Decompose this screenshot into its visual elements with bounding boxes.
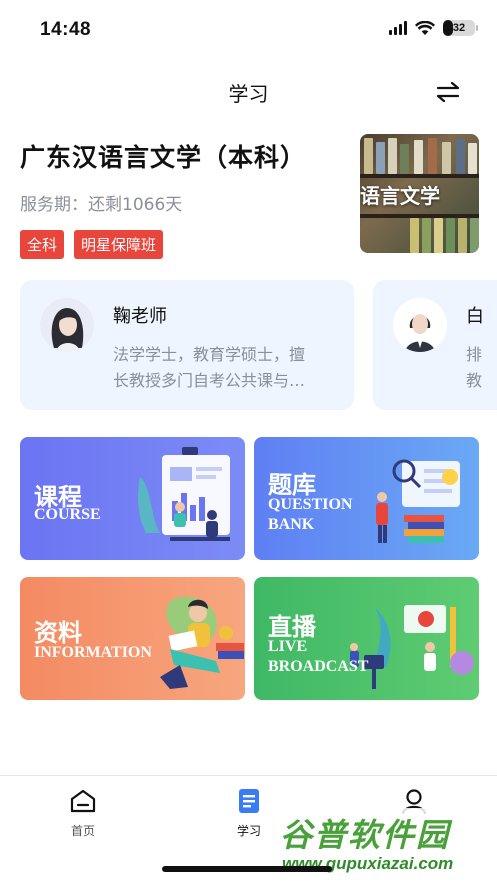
course-tile[interactable]: 课程 COURSE: [20, 437, 245, 560]
live-broadcast-tile[interactable]: 直播 LIVE BROADCAST: [254, 577, 479, 700]
course-title: 广东汉语言文学（本科）: [20, 143, 307, 172]
course-cover-image[interactable]: 语言文学: [360, 134, 479, 253]
wifi-icon: [415, 20, 435, 35]
cellular-signal-icon: [389, 21, 407, 35]
teacher-card[interactable]: 鞠老师 法学学士，教育学硕士，擅 长教授多门自考公共课与…: [20, 280, 354, 410]
tab-home[interactable]: 首页: [43, 788, 123, 839]
page-title: 学习: [228, 82, 269, 106]
status-icons: 32: [389, 20, 478, 36]
cover-title: 语言文学: [360, 184, 440, 208]
home-indicator[interactable]: [162, 866, 332, 872]
teacher-avatar: [393, 298, 447, 352]
teacher-description: 排 教: [466, 342, 482, 394]
watermark-title: 谷普软件园: [280, 816, 451, 854]
course-tags: 全科 明星保障班: [20, 230, 164, 259]
teacher-desc-line: 长教授多门自考公共课与…: [113, 371, 306, 390]
study-book-icon: [239, 789, 259, 813]
teacher-description: 法学学士，教育学硕士，擅 长教授多门自考公共课与…: [113, 342, 305, 394]
question-bank-tile[interactable]: 题库 QUESTION BANK: [254, 437, 479, 560]
course-tile-subtitle: COURSE: [34, 506, 101, 523]
battery-icon: 32: [443, 20, 478, 36]
switch-course-icon[interactable]: [435, 80, 461, 104]
battery-level: 32: [452, 22, 466, 34]
tag-star-class: 明星保障班: [74, 230, 164, 259]
teacher-name: 白: [466, 306, 484, 327]
teacher-desc-line: 教: [466, 371, 483, 390]
tab-home-label: 首页: [70, 824, 95, 838]
teacher-avatar: [40, 298, 94, 352]
teacher-name: 鞠老师: [113, 306, 167, 327]
tag-all-subjects: 全科: [20, 230, 65, 259]
status-time: 14:48: [40, 19, 92, 40]
live-broadcast-tile-subtitle: LIVE BROADCAST: [268, 638, 369, 675]
information-tile-subtitle: INFORMATION: [34, 644, 152, 661]
information-tile[interactable]: 资料 INFORMATION: [20, 577, 245, 700]
question-bank-tile-subtitle: QUESTION BANK: [268, 496, 353, 533]
teacher-desc-line: 排: [466, 345, 483, 364]
service-period: 服务期：还剩1066天: [20, 195, 183, 215]
status-bar: 14:48 32: [0, 0, 497, 60]
teacher-desc-line: 法学学士，教育学硕士，擅: [113, 345, 306, 364]
home-icon: [70, 789, 96, 813]
teacher-card[interactable]: 白 排 教: [373, 280, 497, 410]
